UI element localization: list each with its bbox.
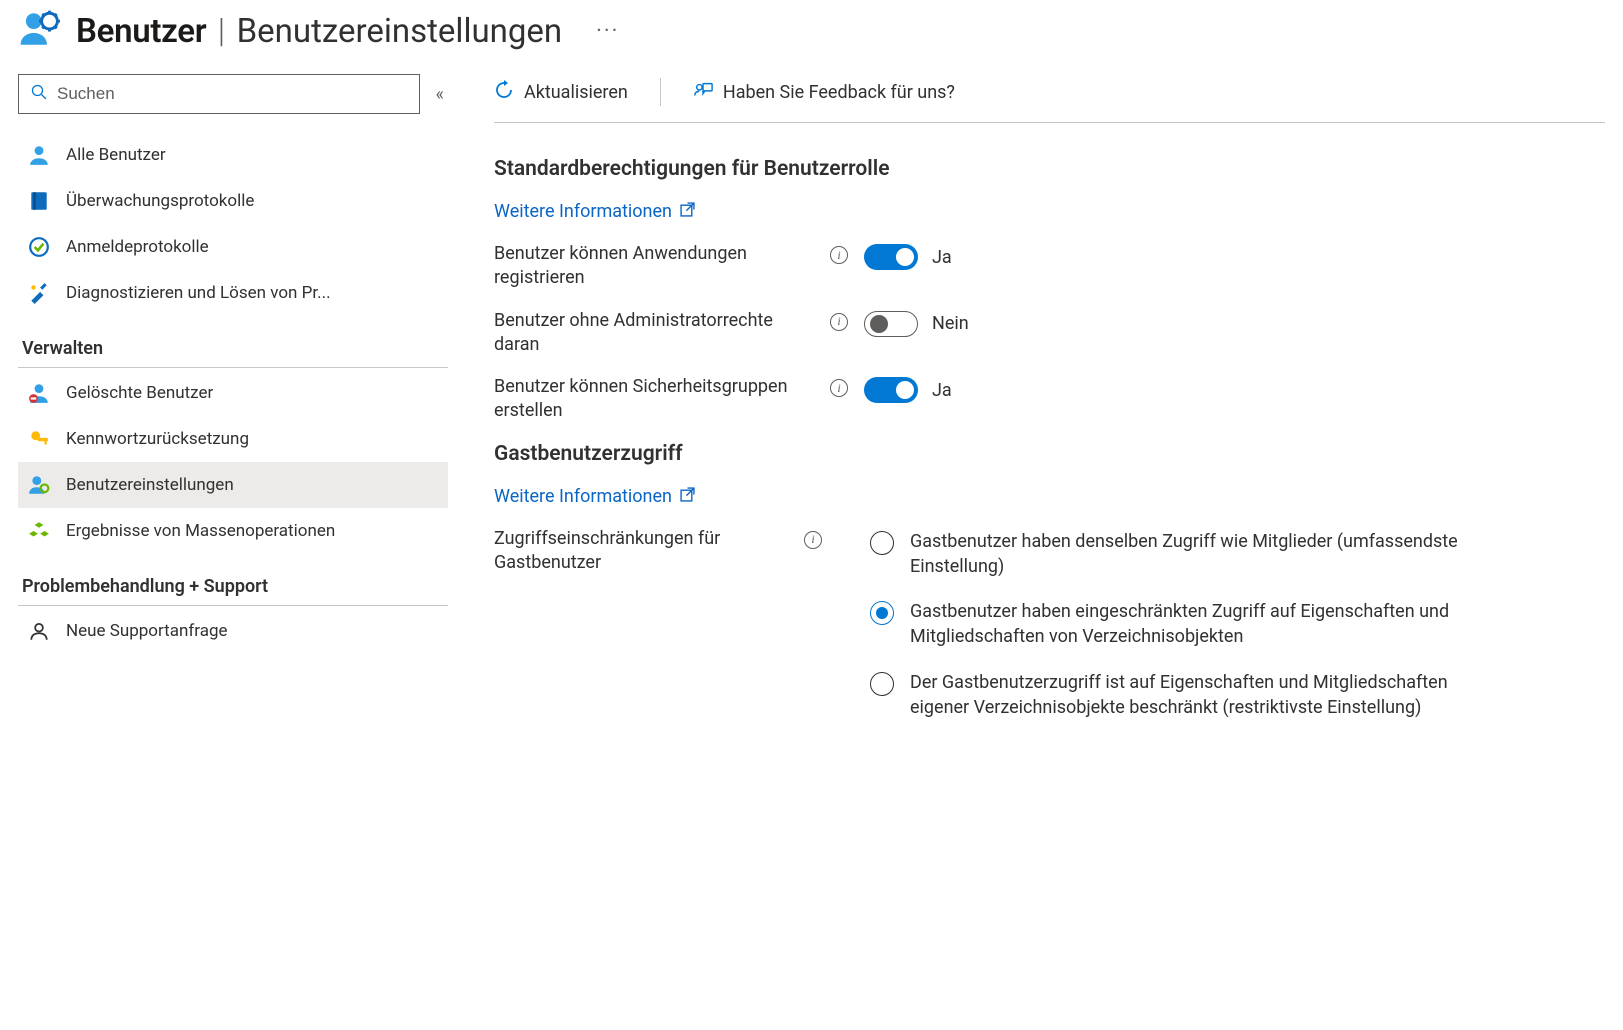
user-settings-icon xyxy=(18,8,60,54)
book-icon xyxy=(28,190,50,212)
feedback-button[interactable]: Haben Sie Feedback für uns? xyxy=(693,80,955,105)
info-icon[interactable]: i xyxy=(830,379,848,397)
section-title-default-permissions: Standardberechtigungen für Benutzerrolle xyxy=(494,157,1605,181)
search-icon xyxy=(31,84,47,104)
deleted-user-icon xyxy=(28,382,50,404)
section-title-guest-access: Gastbenutzerzugriff xyxy=(494,442,1605,466)
toggle-security-groups[interactable] xyxy=(864,377,918,403)
sidebar-item-label: Neue Supportanfrage xyxy=(66,621,228,641)
search-input[interactable] xyxy=(57,84,407,104)
toggle-value: Nein xyxy=(932,313,969,334)
sidebar-item-diagnose[interactable]: Diagnostizieren und Lösen von Pr... xyxy=(18,270,448,316)
sidebar-item-new-support[interactable]: Neue Supportanfrage xyxy=(18,608,448,654)
sidebar-item-label: Überwachungsprotokolle xyxy=(66,191,254,211)
learn-more-link-1[interactable]: Weitere Informationen xyxy=(494,201,695,222)
search-box[interactable] xyxy=(18,74,420,114)
headset-icon xyxy=(28,620,50,642)
collapse-sidebar-button[interactable]: « xyxy=(432,80,448,109)
refresh-icon xyxy=(494,80,514,105)
external-link-icon xyxy=(680,486,695,507)
feedback-icon xyxy=(693,80,713,105)
radio-guest-same-access[interactable]: Gastbenutzer haben denselben Zugriff wie… xyxy=(870,529,1490,579)
sidebar-item-signin-logs[interactable]: Anmeldeprotokolle xyxy=(18,224,448,270)
learn-more-link-2[interactable]: Weitere Informationen xyxy=(494,486,695,507)
cubes-icon xyxy=(28,520,50,542)
divider xyxy=(18,367,448,368)
setting-label-nonadmin-users: Benutzer ohne Administratorrechte daran xyxy=(494,309,814,358)
sidebar-item-label: Ergebnisse von Massenoperationen xyxy=(66,521,335,541)
sidebar-item-label: Anmeldeprotokolle xyxy=(66,237,209,257)
tools-icon xyxy=(28,282,50,304)
radio-guest-restricted[interactable]: Der Gastbenutzerzugriff ist auf Eigensch… xyxy=(870,670,1490,720)
radio-icon xyxy=(870,672,894,696)
radio-icon xyxy=(870,601,894,625)
radio-label: Der Gastbenutzerzugriff ist auf Eigensch… xyxy=(910,670,1490,720)
radio-guest-limited[interactable]: Gastbenutzer haben eingeschränkten Zugri… xyxy=(870,599,1490,649)
sidebar-item-password-reset[interactable]: Kennwortzurücksetzung xyxy=(18,416,448,462)
info-icon[interactable]: i xyxy=(804,531,822,549)
sidebar-item-user-settings[interactable]: Benutzereinstellungen xyxy=(18,462,448,508)
sidebar-item-label: Benutzereinstellungen xyxy=(66,475,234,495)
sidebar-group-manage: Verwalten xyxy=(18,338,448,359)
feedback-label: Haben Sie Feedback für uns? xyxy=(723,82,955,103)
user-icon xyxy=(28,144,50,166)
toggle-register-apps[interactable] xyxy=(864,244,918,270)
more-menu[interactable]: ··· xyxy=(596,19,619,44)
setting-label-security-groups: Benutzer können Sicherheitsgruppen erste… xyxy=(494,375,814,424)
info-icon[interactable]: i xyxy=(830,246,848,264)
sidebar-group-support: Problembehandlung + Support xyxy=(18,576,448,597)
toggle-value: Ja xyxy=(932,247,952,268)
external-link-icon xyxy=(680,201,695,222)
sidebar-item-all-users[interactable]: Alle Benutzer xyxy=(18,132,448,178)
radio-icon xyxy=(870,531,894,555)
sidebar-item-label: Kennwortzurücksetzung xyxy=(66,429,249,449)
sidebar-item-audit-logs[interactable]: Überwachungsprotokolle xyxy=(18,178,448,224)
sidebar-item-label: Alle Benutzer xyxy=(66,145,166,165)
refresh-button[interactable]: Aktualisieren xyxy=(494,80,628,105)
info-icon[interactable]: i xyxy=(830,313,848,331)
refresh-label: Aktualisieren xyxy=(524,82,628,103)
page-title: Benutzer | Benutzereinstellungen xyxy=(76,12,562,51)
radio-label: Gastbenutzer haben denselben Zugriff wie… xyxy=(910,529,1490,579)
toggle-nonadmin-users[interactable] xyxy=(864,311,918,337)
sidebar-item-bulk-results[interactable]: Ergebnisse von Massenoperationen xyxy=(18,508,448,554)
divider xyxy=(18,605,448,606)
divider xyxy=(660,78,661,106)
toggle-value: Ja xyxy=(932,380,952,401)
setting-label-guest-restrictions: Zugriffseinschränkungen für Gastbenutzer xyxy=(494,527,794,576)
sidebar-item-label: Gelöschte Benutzer xyxy=(66,383,213,403)
user-gear-icon xyxy=(28,474,50,496)
radio-label: Gastbenutzer haben eingeschränkten Zugri… xyxy=(910,599,1490,649)
setting-label-register-apps: Benutzer können Anwendungen registrieren xyxy=(494,242,814,291)
sidebar-item-deleted-users[interactable]: Gelöschte Benutzer xyxy=(18,370,448,416)
sidebar-item-label: Diagnostizieren und Lösen von Pr... xyxy=(66,283,331,303)
signin-icon xyxy=(28,236,50,258)
key-icon xyxy=(28,428,50,450)
